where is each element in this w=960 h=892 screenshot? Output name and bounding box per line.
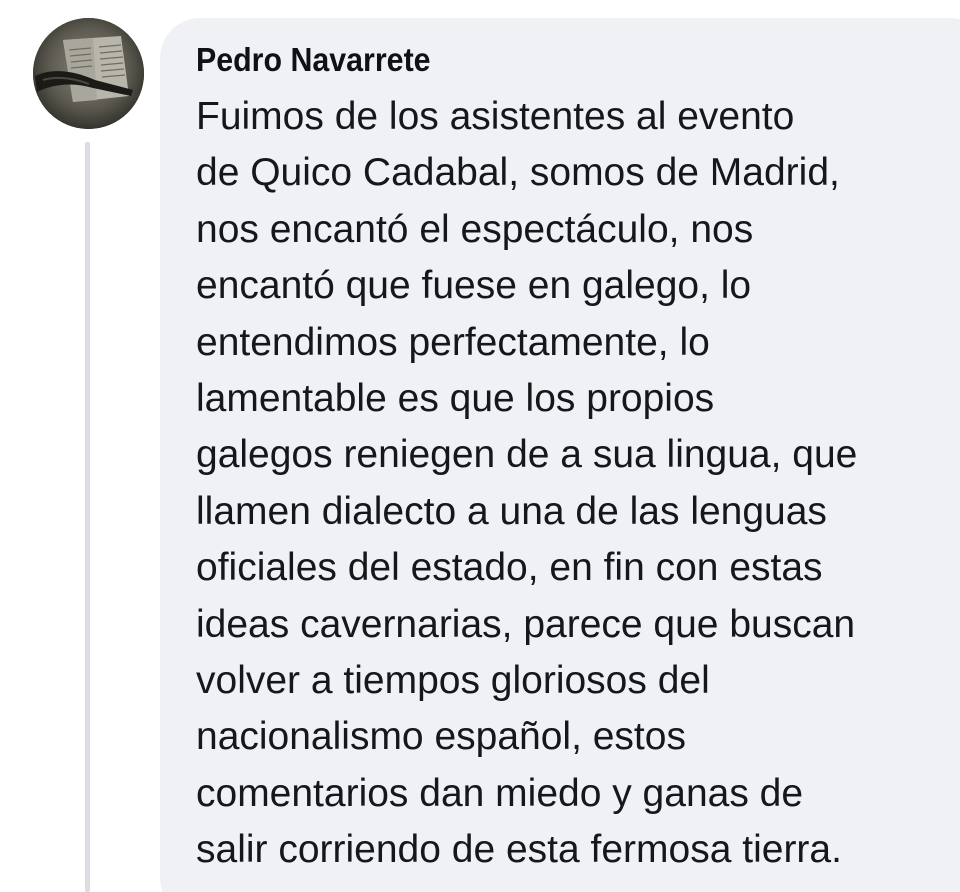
profile-photo-icon xyxy=(33,18,144,129)
comment-text-line: volver a tiempos gloriosos del xyxy=(196,658,710,702)
avatar[interactable] xyxy=(33,18,144,129)
comment-author-name[interactable]: Pedro Navarrete xyxy=(196,40,431,80)
comment-text-line: comentarios dan miedo y ganas de xyxy=(196,771,804,815)
comment-thread: Pedro Navarrete Fuimos de los asistentes… xyxy=(0,0,960,892)
comment-text-line: nacionalismo español, estos xyxy=(196,715,686,759)
comment-text-line: llamen dialecto a una de las lenguas xyxy=(196,489,827,533)
comment-text-line: ideas cavernarias, parece que buscan xyxy=(196,602,856,646)
comment-text-line: de Quico Cadabal, somos de Madrid, xyxy=(196,151,840,195)
comment-text-line: encantó que fuese en galego, lo xyxy=(196,264,752,308)
comment-text-line: salir corriendo de esta fermosa tierra. xyxy=(196,828,842,872)
comment-text-line: galegos reniegen de a sua lingua, que xyxy=(196,433,858,477)
comment-text: Fuimos de los asistentes al evento de Qu… xyxy=(196,89,956,878)
comment-text-line: oficiales del estado, en fin con estas xyxy=(196,546,823,590)
thread-connector-line xyxy=(85,142,90,892)
comment-text-line: entendimos perfectamente, lo xyxy=(196,320,710,364)
comment-text-line: lamentable es que los propios xyxy=(196,376,715,420)
comment-text-line: Fuimos de los asistentes al evento xyxy=(196,95,795,138)
comment-text-line: nos encantó el espectáculo, nos xyxy=(196,207,754,251)
